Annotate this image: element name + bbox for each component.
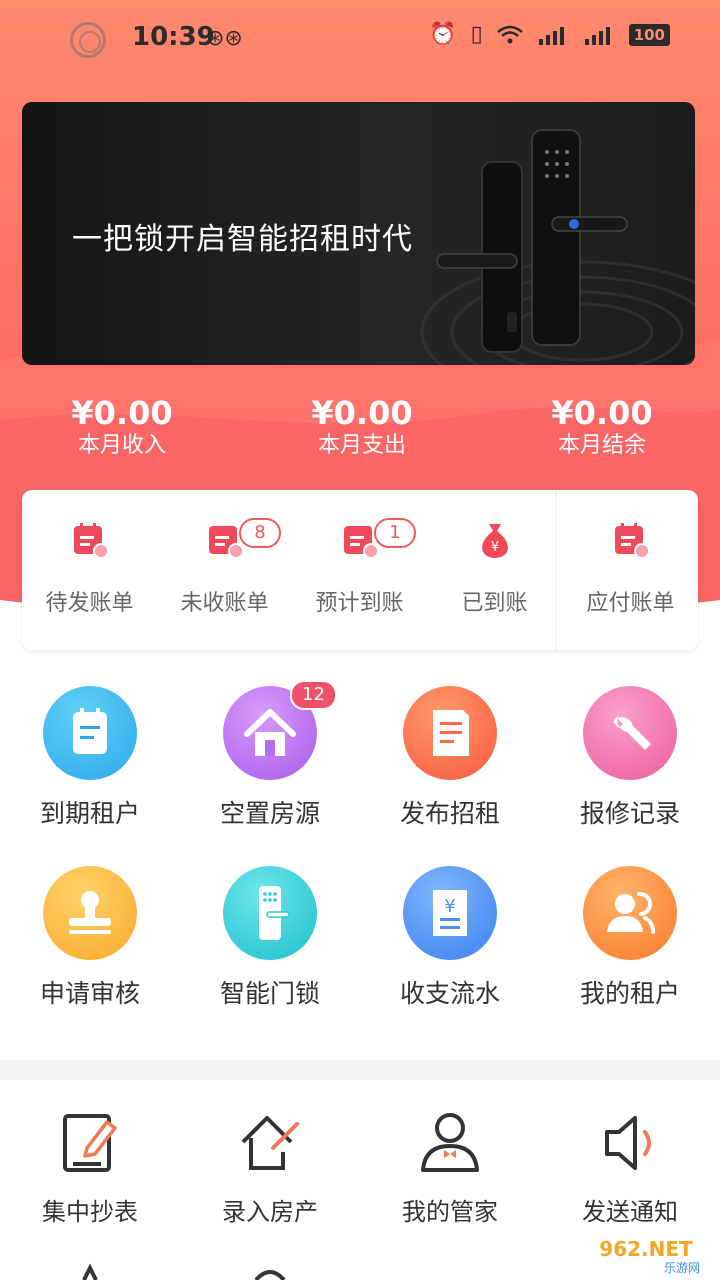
tool-label: 我的管家 xyxy=(402,1198,498,1226)
partial-icon-right xyxy=(254,1270,286,1280)
bill-payable-button[interactable]: 应付账单 xyxy=(563,490,698,650)
feature-label: 我的租户 xyxy=(579,979,680,1008)
bill-label: 预计到账 xyxy=(315,591,404,616)
signal-1-icon xyxy=(538,26,564,45)
door-lock-icon xyxy=(223,866,317,960)
notepad-icon xyxy=(43,686,137,780)
app-indicator-icon xyxy=(70,22,106,58)
butler-icon xyxy=(421,1113,479,1172)
status-bar: 10:39 ⊛⊛ ⏰ ▯ 100 xyxy=(0,0,720,80)
bill-unpaid-button[interactable]: 8 未收账单 xyxy=(157,490,292,650)
svg-text:¥: ¥ xyxy=(490,540,498,555)
receipt-icon: ¥ xyxy=(403,866,497,960)
summary-value: ¥0.00 xyxy=(311,394,413,432)
feature-label: 到期租户 xyxy=(39,799,140,828)
bill-payable-icon xyxy=(614,523,650,559)
bill-received-button[interactable]: ¥ 已到账 xyxy=(427,490,562,650)
signal-2-icon xyxy=(584,26,610,45)
bill-label: 未收账单 xyxy=(180,591,269,616)
summary-expense: ¥0.00 本月支出 xyxy=(262,395,462,461)
summary-label: 本月结余 xyxy=(557,433,646,458)
money-bag-icon: ¥ xyxy=(481,524,508,558)
feature-label: 智能门锁 xyxy=(219,979,320,1008)
feature-label: 申请审核 xyxy=(39,979,140,1008)
battery-icon: 100 xyxy=(628,23,670,46)
bill-label: 已到账 xyxy=(461,591,528,616)
bill-expected-icon xyxy=(343,526,379,559)
unpaid-count-badge: 8 xyxy=(239,518,281,548)
vacant-count-badge: 12 xyxy=(290,680,337,710)
feature-label: 报修记录 xyxy=(579,799,680,828)
summary-label: 本月支出 xyxy=(317,433,406,458)
network-icon: ⊛⊛ xyxy=(206,26,243,51)
watermark-logo: 962.NET 乐游网 xyxy=(582,1232,712,1276)
tool-label: 录入房产 xyxy=(222,1198,318,1226)
promo-banner[interactable]: 一把锁开启智能招租时代 xyxy=(22,102,695,365)
bill-label: 待发账单 xyxy=(45,591,134,616)
document-icon xyxy=(403,686,497,780)
summary-income: ¥0.00 本月收入 xyxy=(22,395,222,461)
bill-expected-button[interactable]: 1 预计到账 xyxy=(292,490,427,650)
watermark-text: 962.NET xyxy=(599,1237,693,1261)
banner-title: 一把锁开启智能招租时代 xyxy=(72,222,413,257)
stamp-icon xyxy=(43,866,137,960)
summary-value: ¥0.00 xyxy=(551,394,653,432)
bill-card: 待发账单 8 未收账单 1 预计到账 ¥ 已到账 应付账单 xyxy=(22,490,698,650)
vibrate-icon: ▯ xyxy=(470,22,483,47)
status-icons: ⏰ ▯ 100 xyxy=(429,22,670,47)
meter-reading-icon xyxy=(63,1114,117,1172)
add-property-icon xyxy=(241,1116,299,1170)
summary-label: 本月收入 xyxy=(77,433,166,458)
monthly-summary: ¥0.00 本月收入 ¥0.00 本月支出 ¥0.00 本月结余 xyxy=(0,395,720,465)
alarm-icon: ⏰ xyxy=(429,22,457,47)
feature-label: 收支流水 xyxy=(399,979,500,1008)
tool-label: 集中抄表 xyxy=(42,1198,138,1226)
wrench-icon xyxy=(583,686,677,780)
feature-label: 空置房源 xyxy=(219,799,320,828)
bill-label: 应付账单 xyxy=(586,591,675,616)
bill-pending-icon xyxy=(73,523,109,559)
status-time: 10:39 xyxy=(132,22,215,52)
tenants-icon xyxy=(583,866,677,960)
watermark-subtext: 乐游网 xyxy=(664,1261,700,1275)
tool-label: 发送通知 xyxy=(582,1198,678,1226)
smart-lock-image xyxy=(436,129,628,353)
summary-balance: ¥0.00 本月结余 xyxy=(502,395,702,461)
section-divider xyxy=(0,1060,720,1080)
bill-pending-button[interactable]: 待发账单 xyxy=(22,490,157,650)
wifi-icon xyxy=(496,25,523,43)
svg-text:¥: ¥ xyxy=(444,896,455,917)
feature-label: 发布招租 xyxy=(399,799,500,828)
expected-count-badge: 1 xyxy=(374,518,416,548)
summary-value: ¥0.00 xyxy=(71,394,173,432)
bill-divider xyxy=(555,490,557,650)
bill-unpaid-icon xyxy=(208,526,244,559)
speaker-icon xyxy=(605,1116,651,1170)
partial-icon-left xyxy=(82,1263,98,1280)
